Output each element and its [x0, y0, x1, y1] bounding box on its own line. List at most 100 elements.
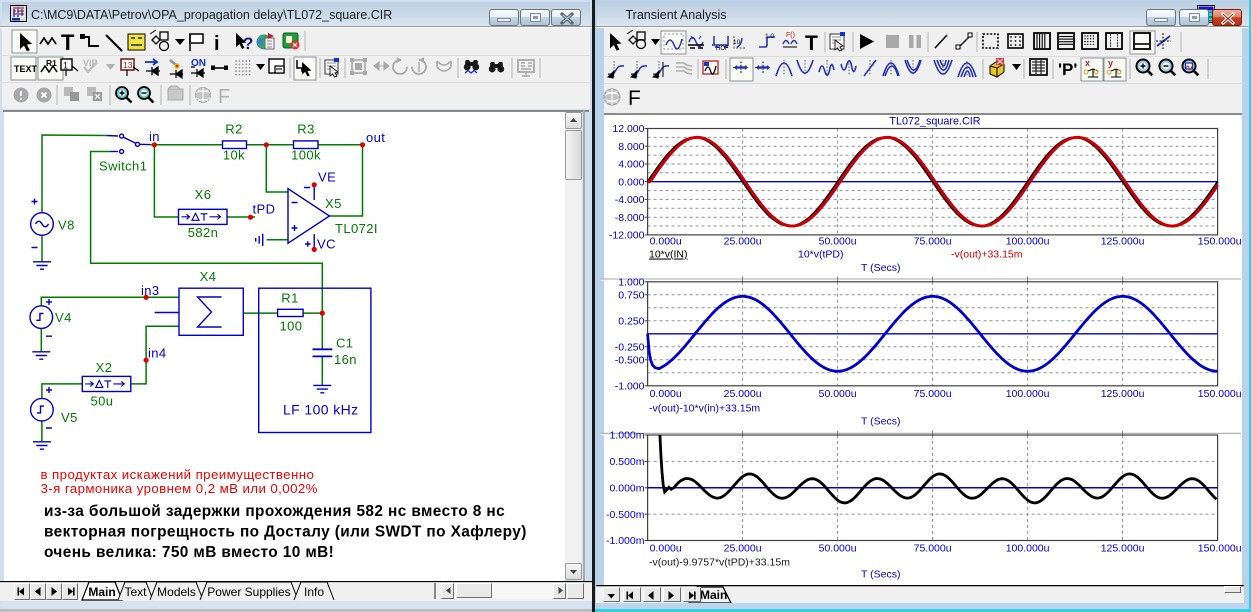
- svg-text:C1: C1: [336, 336, 353, 351]
- svg-text:10*v(tPD): 10*v(tPD): [798, 249, 844, 261]
- svg-text:582n: 582n: [188, 225, 219, 240]
- svg-text:Models: Models: [157, 585, 196, 599]
- svg-text:25.000u: 25.000u: [724, 236, 762, 248]
- svg-text:Main: Main: [88, 585, 115, 599]
- svg-text:50u: 50u: [91, 394, 114, 409]
- svg-text:-v(out)+33.15m: -v(out)+33.15m: [951, 249, 1023, 261]
- svg-text:X2: X2: [96, 360, 113, 375]
- svg-text:50.000u: 50.000u: [819, 236, 857, 248]
- svg-text:25.000u: 25.000u: [724, 543, 762, 555]
- svg-text:-1.000: -1.000: [615, 381, 645, 393]
- svg-text:T: T: [805, 32, 818, 55]
- svg-text:4.000: 4.000: [618, 159, 644, 171]
- svg-text:R1: R1: [281, 291, 298, 306]
- svg-text:Text: Text: [124, 585, 147, 599]
- svg-text:0.750: 0.750: [618, 290, 644, 302]
- svg-text:in3: in3: [141, 283, 160, 298]
- svg-text:150.000u: 150.000u: [1198, 388, 1242, 400]
- svg-text:100k: 100k: [291, 148, 321, 163]
- svg-text:VC: VC: [317, 237, 336, 252]
- svg-text:Main: Main: [700, 588, 727, 602]
- svg-text:0.000u: 0.000u: [650, 236, 682, 248]
- svg-text:75.000u: 75.000u: [914, 388, 952, 400]
- svg-text:0.500m: 0.500m: [609, 456, 644, 468]
- svg-text:1: 1: [63, 61, 68, 71]
- svg-text:TEXT: TEXT: [14, 64, 38, 74]
- svg-text:-8.000: -8.000: [615, 212, 645, 224]
- svg-text:TL072_square.CIR: TL072_square.CIR: [889, 116, 980, 128]
- svg-text:0.250: 0.250: [618, 316, 644, 328]
- svg-text:в продуктах искажений преимуще: в продуктах искажений преимущественно: [41, 467, 315, 482]
- svg-text:0.000u: 0.000u: [650, 543, 682, 555]
- svg-text:100: 100: [280, 319, 303, 334]
- svg-text:?: ?: [243, 34, 253, 53]
- svg-text:R2: R2: [225, 122, 242, 137]
- svg-text:V4: V4: [55, 310, 72, 325]
- svg-text:tPD: tPD: [253, 202, 276, 217]
- svg-text:y: y: [1108, 58, 1113, 68]
- svg-text:F(): F(): [786, 32, 795, 39]
- svg-text:8.000: 8.000: [618, 141, 644, 153]
- svg-text:-v(out)-9.9757*v(tPD)+33.15m: -v(out)-9.9757*v(tPD)+33.15m: [649, 557, 790, 569]
- svg-text:50.000u: 50.000u: [819, 543, 857, 555]
- svg-text:100.000u: 100.000u: [1006, 543, 1050, 555]
- svg-text:50.000u: 50.000u: [819, 388, 857, 400]
- svg-text:75.000u: 75.000u: [914, 543, 952, 555]
- svg-text:LF 100 kHz: LF 100 kHz: [283, 402, 359, 418]
- svg-text:10k: 10k: [223, 148, 245, 163]
- svg-text:очень велика: 750 мВ вместо 10: очень велика: 750 мВ вместо 10 мВ!: [44, 544, 334, 561]
- svg-text:25.000u: 25.000u: [724, 388, 762, 400]
- svg-text:векторная погрещность по Доста: векторная погрещность по Досталу (или SW…: [44, 524, 527, 541]
- svg-text:T (Secs): T (Secs): [861, 416, 900, 428]
- svg-text:T (Secs): T (Secs): [861, 262, 900, 274]
- svg-text:in: in: [149, 129, 160, 144]
- svg-text:R1: R1: [46, 58, 57, 68]
- svg-text:X5: X5: [325, 196, 342, 211]
- svg-text:100.000u: 100.000u: [1006, 388, 1050, 400]
- svg-text:-v(out)-10*v(in)+33.15m: -v(out)-10*v(in)+33.15m: [649, 402, 760, 414]
- svg-text:T (Secs): T (Secs): [861, 569, 900, 581]
- svg-text:x: x: [1085, 58, 1090, 68]
- svg-text:10: 10: [733, 39, 741, 46]
- svg-text:1.000: 1.000: [618, 277, 644, 289]
- svg-text:125.000u: 125.000u: [1101, 236, 1145, 248]
- svg-text:-0.500m: -0.500m: [606, 509, 645, 521]
- svg-text:X4: X4: [200, 269, 217, 284]
- svg-text:из-за большой задержки прохожд: из-за большой задержки прохождения 582 н…: [44, 503, 505, 520]
- svg-text:'P': 'P': [1058, 60, 1077, 79]
- svg-text:0.000m: 0.000m: [609, 482, 644, 494]
- svg-text:-1.000m: -1.000m: [606, 535, 645, 547]
- svg-text:12.000: 12.000: [612, 123, 644, 135]
- svg-text:13: 13: [123, 60, 133, 70]
- svg-text:1.0: 1.0: [765, 33, 774, 40]
- svg-text:R3: R3: [297, 122, 314, 137]
- svg-text:Switch1: Switch1: [99, 159, 147, 174]
- svg-text:150.000u: 150.000u: [1198, 236, 1242, 248]
- svg-text:0.000: 0.000: [618, 176, 644, 188]
- svg-text:125.000u: 125.000u: [1101, 388, 1145, 400]
- svg-text:-12.000: -12.000: [609, 230, 645, 242]
- svg-text:16n: 16n: [334, 352, 357, 367]
- svg-text:V8: V8: [58, 218, 75, 233]
- svg-text:V5: V5: [61, 410, 78, 425]
- svg-text:T: T: [61, 30, 75, 55]
- svg-text:VE: VE: [318, 170, 336, 185]
- svg-text:1.000m: 1.000m: [609, 430, 644, 442]
- svg-text:out: out: [366, 130, 385, 145]
- svg-text:-4.000: -4.000: [615, 194, 645, 206]
- svg-text:i: i: [214, 33, 220, 55]
- svg-text:X6: X6: [195, 187, 212, 202]
- svg-text:125.000u: 125.000u: [1101, 543, 1145, 555]
- svg-text:100.000u: 100.000u: [1006, 236, 1050, 248]
- svg-text:F: F: [218, 86, 230, 108]
- svg-text:-0.250: -0.250: [615, 342, 645, 354]
- svg-text:3-я гармоника уровнем 0,2 мВ и: 3-я гармоника уровнем 0,2 мВ или 0,002%: [41, 481, 318, 496]
- svg-text:Info: Info: [304, 585, 324, 599]
- svg-text:75.000u: 75.000u: [914, 236, 952, 248]
- svg-text:F: F: [628, 87, 641, 110]
- svg-text:TL072I: TL072I: [335, 221, 378, 236]
- svg-text:-0.500: -0.500: [615, 355, 645, 367]
- svg-text:in4: in4: [148, 346, 167, 361]
- svg-text:Power Supplies: Power Supplies: [207, 585, 290, 599]
- svg-text:150.000u: 150.000u: [1198, 543, 1242, 555]
